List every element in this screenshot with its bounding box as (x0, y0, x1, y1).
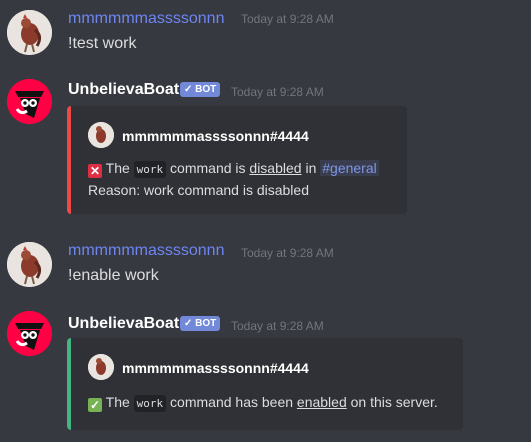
embed-status-line: ✓ The work command has been enabled on t… (88, 394, 438, 412)
message-timestamp: Today at 9:28 AM (241, 246, 334, 260)
bot-tag-badge: ✓ BOT (180, 316, 221, 331)
user-avatar[interactable] (7, 242, 52, 287)
embed-text-post: on this server. (350, 394, 438, 410)
rooster-avatar-icon (7, 10, 52, 55)
message-timestamp: Today at 9:28 AM (241, 12, 334, 26)
check-mark-icon: ✓ (88, 398, 102, 412)
embed-card: mmmmmmassssonnn#4444 ✕ The work command … (67, 106, 407, 214)
bot-avatar[interactable] (7, 79, 52, 124)
embed-text-the: The (105, 394, 130, 410)
message-user-enable: mmmmmmassssonnn Today at 9:28 AM !enable… (0, 232, 531, 302)
embed-status-line: ✕ The work command is disabled in #gener… (88, 160, 379, 178)
embed-author-name: mmmmmmassssonnn#4444 (122, 360, 309, 376)
inline-code: work (133, 395, 167, 412)
unbelievaboat-logo-icon (7, 311, 52, 356)
message-bot-disabled: UnbelievaBoat ✓ BOT Today at 9:28 AM mmm… (0, 78, 531, 223)
message-user-test: mmmmmmassssonnn Today at 9:28 AM !test w… (0, 0, 531, 70)
status-word: enabled (296, 394, 347, 410)
embed-text-in: in (305, 160, 317, 176)
embed-author-avatar (88, 354, 114, 380)
channel-mention[interactable]: #general (320, 160, 379, 176)
user-avatar[interactable] (7, 10, 52, 55)
embed-author-avatar (88, 122, 114, 148)
embed-text-command: command has been (170, 394, 294, 410)
bot-tag-badge: ✓ BOT (180, 82, 221, 97)
message-username[interactable]: UnbelievaBoat (68, 315, 179, 333)
inline-code: work (133, 161, 167, 178)
embed-reason: Reason: work command is disabled (88, 182, 309, 198)
rooster-avatar-icon (88, 122, 114, 148)
message-content: !enable work (68, 267, 159, 284)
unbelievaboat-logo-icon (7, 79, 52, 124)
message-timestamp: Today at 9:28 AM (231, 85, 324, 99)
message-username[interactable]: mmmmmmassssonnn (68, 242, 224, 260)
status-word: disabled (249, 160, 302, 176)
rooster-avatar-icon (7, 242, 52, 287)
embed-text-the: The (105, 160, 130, 176)
bot-avatar[interactable] (7, 311, 52, 356)
embed-card: mmmmmmassssonnn#4444 ✓ The work command … (67, 338, 463, 430)
message-timestamp: Today at 9:28 AM (231, 319, 324, 333)
rooster-avatar-icon (88, 354, 114, 380)
message-username[interactable]: mmmmmmassssonnn (68, 10, 224, 28)
embed-author-name: mmmmmmassssonnn#4444 (122, 128, 309, 144)
cross-mark-icon: ✕ (88, 164, 102, 178)
message-bot-enabled: UnbelievaBoat ✓ BOT Today at 9:28 AM mmm… (0, 310, 531, 440)
message-content: !test work (68, 35, 137, 52)
message-username[interactable]: UnbelievaBoat (68, 81, 179, 99)
embed-text-command: command is (170, 160, 246, 176)
